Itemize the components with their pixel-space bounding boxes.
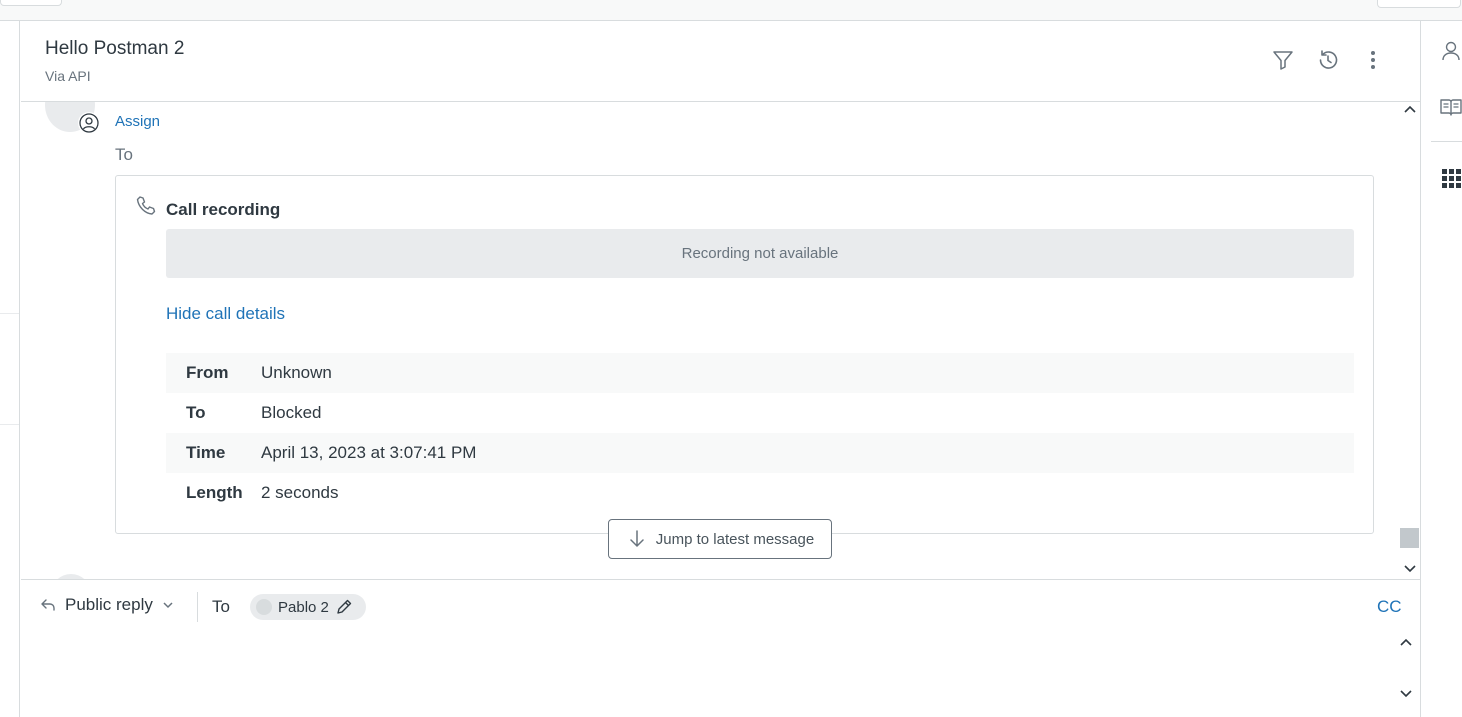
recording-status: Recording not available — [166, 229, 1354, 278]
top-strip — [0, 0, 1462, 21]
detail-value: Blocked — [261, 403, 322, 422]
to-label: To — [115, 145, 133, 164]
left-gutter — [0, 21, 20, 717]
detail-value: 2 seconds — [261, 483, 339, 502]
divider — [1431, 141, 1462, 142]
detail-row: To Blocked — [166, 393, 1354, 433]
conversation-scrollbar[interactable] — [1399, 102, 1420, 579]
avatar — [256, 599, 272, 615]
detail-row: Length 2 seconds — [166, 473, 1354, 513]
reply-arrow-icon — [41, 599, 55, 611]
call-recording-title: Call recording — [166, 200, 281, 219]
reply-type-dropdown[interactable]: Public reply — [39, 595, 175, 615]
arrow-down-icon — [630, 530, 644, 547]
filter-icon[interactable] — [1271, 48, 1295, 72]
gutter-divider — [0, 424, 19, 425]
user-badge-icon — [78, 112, 100, 134]
more-options-icon[interactable] — [1361, 48, 1385, 72]
gutter-divider — [0, 313, 19, 314]
phone-icon — [136, 196, 156, 215]
detail-row: Time April 13, 2023 at 3:07:41 PM — [166, 433, 1354, 473]
jump-to-latest-button[interactable]: Jump to latest message — [608, 519, 832, 559]
ticket-title: Hello Postman 2 — [45, 38, 185, 59]
detail-key: From — [186, 363, 229, 382]
detail-value: Unknown — [261, 363, 332, 382]
top-tab-right[interactable] — [1377, 0, 1461, 8]
detail-key: Time — [186, 443, 226, 462]
reply-to-label: To — [212, 597, 230, 616]
hide-call-details-link[interactable]: Hide call details — [166, 304, 285, 324]
divider — [197, 592, 198, 622]
reply-type-label: Public reply — [65, 595, 153, 614]
user-profile-icon[interactable] — [1439, 39, 1462, 63]
apps-grid-icon[interactable] — [1439, 166, 1462, 190]
top-tab-left[interactable] — [0, 0, 62, 6]
detail-row: From Unknown — [166, 353, 1354, 393]
right-rail — [1420, 21, 1462, 717]
conversation-pane: Assign To Call recording Recording not a… — [21, 102, 1399, 579]
call-recording-card: Call recording Recording not available H… — [115, 175, 1374, 534]
assign-link[interactable]: Assign — [115, 113, 160, 130]
scroll-up-icon[interactable] — [1403, 102, 1417, 116]
edit-pencil-icon[interactable] — [335, 598, 353, 616]
ticket-header: Hello Postman 2 Via API — [21, 21, 1420, 102]
cc-link[interactable]: CC — [1377, 597, 1402, 617]
detail-key: Length — [186, 483, 243, 502]
ticket-channel: Via API — [45, 68, 91, 84]
scroll-down-icon[interactable] — [1399, 687, 1413, 701]
scrollbar-thumb[interactable] — [1400, 528, 1419, 548]
recipient-chip[interactable]: Pablo 2 — [250, 594, 366, 620]
detail-key: To — [186, 403, 206, 422]
reply-composer: Public reply To Pablo 2 CC — [21, 579, 1420, 717]
knowledge-book-icon[interactable] — [1439, 95, 1462, 119]
chevron-down-icon — [163, 602, 173, 609]
history-icon[interactable] — [1316, 48, 1340, 72]
recipient-name: Pablo 2 — [278, 598, 329, 616]
jump-button-label: Jump to latest message — [655, 530, 815, 548]
reply-scrollbar[interactable] — [1396, 630, 1416, 710]
call-details-table: From Unknown To Blocked Time April 13, 2… — [166, 353, 1354, 513]
scroll-down-icon[interactable] — [1403, 562, 1417, 576]
detail-value: April 13, 2023 at 3:07:41 PM — [261, 443, 477, 462]
scroll-up-icon[interactable] — [1399, 635, 1413, 649]
